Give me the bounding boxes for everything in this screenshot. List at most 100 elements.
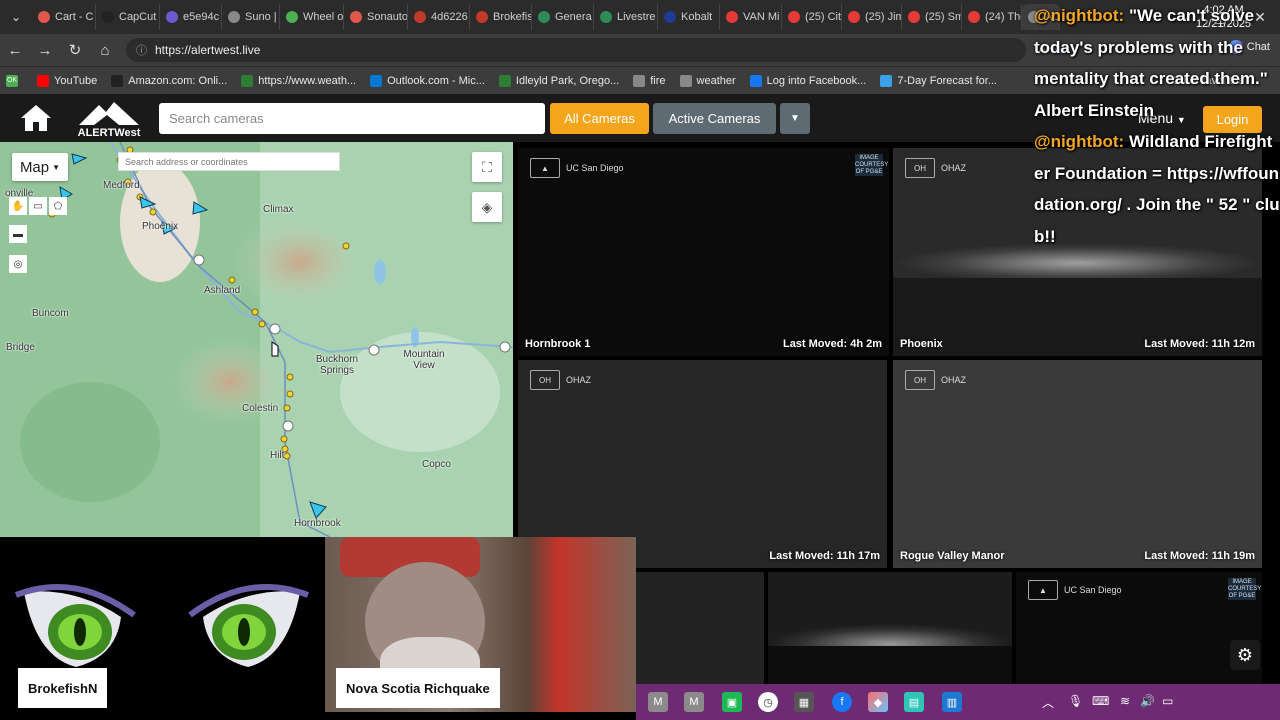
home-icon[interactable] — [20, 104, 52, 132]
app-green-icon[interactable]: ▣ — [722, 692, 742, 712]
bookmark-apps[interactable]: OK — [6, 74, 23, 87]
microphone-icon[interactable]: 🎙 — [1068, 694, 1083, 708]
copilot-app-icon[interactable]: ◆ — [868, 692, 888, 712]
url-field[interactable]: ⓘ https://alertwest.live — [126, 38, 1026, 62]
fullscreen-icon[interactable]: ⛶ — [472, 152, 502, 182]
app-store-icon[interactable]: ▤ — [904, 692, 924, 712]
screen: ⌄ Cart - C CapCut e5e94c Suno | / Wheel o Son… — [0, 0, 1280, 720]
ucsd-mountain-icon: ▲ — [530, 158, 560, 178]
bookmark-item[interactable]: Log into Facebook... — [749, 74, 866, 87]
browser-home-icon[interactable]: ⌂ — [90, 35, 120, 65]
draw-rectangle-icon[interactable]: ▭ — [29, 197, 47, 215]
bookmark-item[interactable]: Outlook.com - Mic... — [370, 74, 485, 87]
map-search-placeholder: Search address or coordinates — [125, 156, 248, 167]
tab-label: VAN Mi — [743, 11, 780, 23]
forward-icon[interactable]: → — [30, 35, 60, 65]
map-address-search[interactable]: Search address or coordinates — [118, 152, 340, 171]
pan-hand-icon[interactable]: ✋ — [9, 197, 27, 215]
draw-polygon-icon[interactable]: ⬠ — [49, 197, 67, 215]
terrain-map[interactable] — [0, 142, 513, 537]
tab-label: Cart - C — [55, 11, 94, 23]
camera-tile[interactable]: OH OHAZ Rogue Valley Manor Last Moved: 11… — [893, 360, 1262, 568]
browser-tab[interactable]: (25) Jim — [842, 4, 902, 30]
bookmark-label: Idleyld Park, Orego... — [515, 74, 620, 87]
browser-tab[interactable]: Genera — [532, 4, 594, 30]
camera-name: Phoenix — [900, 338, 943, 350]
caret-down-icon: ▼ — [52, 162, 61, 172]
browser-tab[interactable]: Wheel o — [280, 4, 344, 30]
measure-ruler-icon[interactable]: ▬ — [9, 225, 27, 243]
bookmark-item[interactable]: weather — [679, 74, 736, 87]
camera-dropdown-button[interactable]: ▼ — [780, 103, 810, 134]
map-panel[interactable]: Map ▼ Search address or coordinates ⛶ ◈ ✋… — [0, 142, 513, 537]
settings-gear-icon[interactable]: ⚙ — [1230, 640, 1260, 670]
camera-search-input[interactable] — [159, 103, 545, 134]
layers-icon[interactable]: ◈ — [472, 192, 502, 222]
tab-label: Sonauto — [367, 11, 408, 23]
back-icon[interactable]: ← — [0, 35, 30, 65]
browser-tab[interactable]: Kobalt — [658, 4, 720, 30]
login-button[interactable]: Login — [1203, 106, 1262, 133]
keyboard-icon[interactable]: ⌨ — [1092, 694, 1109, 708]
bookmark-item[interactable]: Amazon.com: Onli... — [111, 74, 227, 87]
bookmark-label: YouTube — [54, 74, 98, 87]
tray-overflow-icon[interactable]: ︿ — [1042, 694, 1054, 711]
volume-icon[interactable]: 🔊 — [1140, 694, 1155, 708]
battery-icon[interactable]: ▭ — [1162, 694, 1173, 708]
locate-icon[interactable]: ◎ — [9, 255, 27, 273]
bookmark-item[interactable]: fire — [633, 74, 666, 87]
webcam-name: BrokefishN — [18, 668, 108, 708]
tabs: Cart - C CapCut e5e94c Suno | / Wheel o Sonau… — [32, 4, 1060, 30]
bookmark-item[interactable]: Idleyld Park, Orego... — [498, 74, 620, 87]
pge-badge: IMAGE COURTESY OF PG&E — [855, 154, 889, 176]
calculator-icon[interactable]: ▦ — [794, 692, 814, 712]
map-type-select[interactable]: Map ▼ — [12, 153, 68, 181]
browser-tab[interactable]: VAN Mi — [720, 4, 782, 30]
wifi-icon[interactable]: ≋ — [1120, 694, 1130, 708]
map-label: onville — [5, 188, 34, 199]
teams-icon[interactable]: ▥ — [942, 692, 962, 712]
browser-tab[interactable]: Sonauto — [344, 4, 408, 30]
browser-tab[interactable]: CapCut — [96, 4, 160, 30]
app-m2-icon[interactable]: M — [684, 692, 704, 712]
apps-icon: OK — [6, 74, 18, 87]
browser-tab[interactable]: Brokefis — [470, 4, 532, 30]
browser-tab[interactable]: (25) Citi — [782, 4, 842, 30]
bookmark-favicon-icon — [241, 74, 254, 87]
tab-list-menu-icon[interactable]: ⌄ — [0, 0, 32, 34]
tab-favicon-icon — [228, 11, 240, 23]
browser-tab[interactable]: (25) Sm — [902, 4, 962, 30]
browser-tab[interactable]: Suno | / — [222, 4, 280, 30]
active-cameras-button[interactable]: Active Cameras — [653, 103, 776, 134]
site-info-icon[interactable]: ⓘ — [136, 42, 147, 58]
foreground-hill — [768, 646, 1012, 684]
tab-label: (24) The — [985, 11, 1021, 23]
bookmark-item[interactable]: https://www.weath... — [241, 74, 356, 87]
app-clock-icon[interactable]: ◷ — [758, 692, 778, 712]
ohaz-icon: OH — [905, 158, 935, 178]
browser-tab[interactable]: (24) The — [962, 4, 1022, 30]
camera-name: Rogue Valley Manor — [900, 550, 1005, 562]
ucsd-mountain-icon: ▲ — [1028, 580, 1058, 600]
camera-tile[interactable]: ▲ UC San Diego IMAGE COURTESY OF PG&E Hor… — [518, 148, 889, 356]
all-cameras-button[interactable]: All Cameras — [550, 103, 649, 134]
map-label: Copco — [422, 459, 451, 470]
camera-tile[interactable] — [636, 572, 764, 684]
bookmark-item[interactable]: 7-Day Forecast for... — [880, 74, 997, 87]
browser-tab[interactable]: 4d6226 — [408, 4, 470, 30]
camera-last-moved: Last Moved: 11h 12m — [1144, 338, 1255, 350]
bookmark-item[interactable]: YouTube — [37, 74, 98, 87]
bookmark-favicon-icon — [370, 74, 383, 87]
browser-tab[interactable]: e5e94c — [160, 4, 222, 30]
facebook-icon[interactable]: f — [832, 692, 852, 712]
chat-username: @nightbot: — [1034, 6, 1125, 25]
camera-tile[interactable]: ▲ UC San Diego IMAGE COURTESY OF PG&E — [1016, 572, 1262, 684]
browser-tab[interactable]: Cart - C — [32, 4, 96, 30]
bookmark-favicon-icon — [679, 74, 692, 87]
app-m-icon[interactable]: M — [648, 692, 668, 712]
browser-tab[interactable]: Livestre — [594, 4, 658, 30]
alertwest-logo[interactable]: ALERTWest — [74, 99, 144, 139]
refresh-icon[interactable]: ↻ — [60, 35, 90, 65]
camera-tile[interactable] — [768, 572, 1012, 684]
tab-label: Suno | / — [245, 11, 280, 23]
